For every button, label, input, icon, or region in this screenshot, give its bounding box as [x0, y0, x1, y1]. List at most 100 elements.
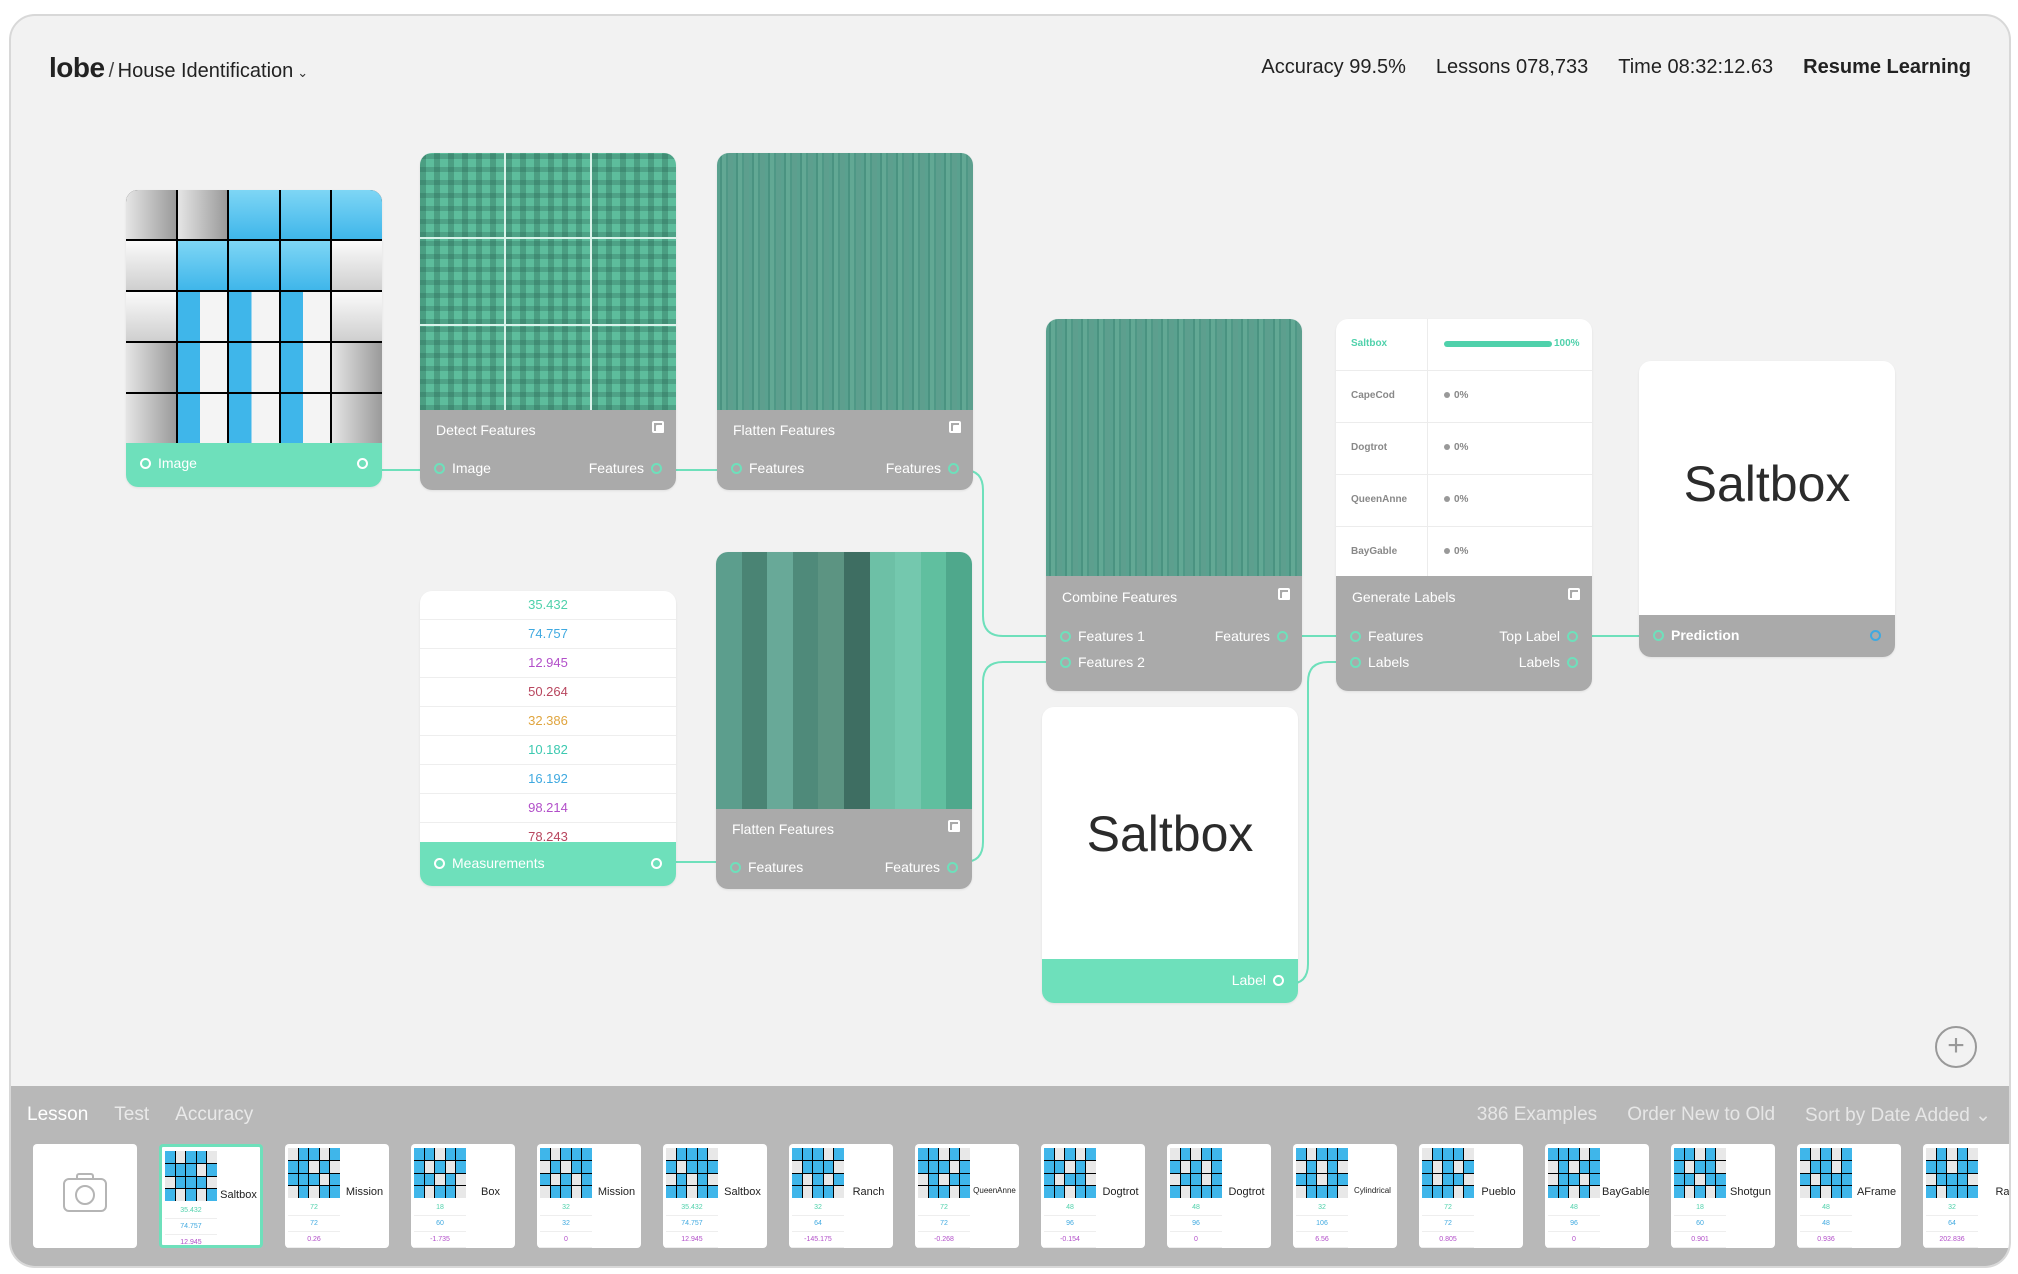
expand-icon[interactable] — [948, 820, 960, 832]
expand-icon[interactable] — [949, 421, 961, 433]
tab-accuracy[interactable]: Accuracy — [175, 1104, 253, 1126]
generate-in2-port[interactable]: Labels — [1350, 654, 1409, 670]
detect-features-footer: Detect Features Image Features — [420, 410, 676, 490]
capture-example-button[interactable] — [33, 1144, 137, 1248]
node-title: Flatten Features — [732, 821, 834, 837]
example-thumbnail[interactable]: 72 72 0.26 Mission — [285, 1144, 389, 1248]
thumbnail-measurement-value: 18 — [1674, 1200, 1726, 1216]
flatten-features-node-2[interactable]: Flatten Features Features Features — [716, 552, 972, 889]
combine-out-port[interactable]: Features — [1215, 628, 1288, 644]
camera-icon — [63, 1173, 107, 1212]
prediction-out-port[interactable] — [1863, 627, 1881, 643]
thumbnail-measurement-value: 64 — [1926, 1216, 1978, 1232]
measurement-value: 98.214 — [420, 794, 676, 823]
thumbnail-measurement-value: -0.268 — [918, 1232, 970, 1248]
generate-out2-port[interactable]: Labels — [1519, 654, 1578, 670]
detect-out-port[interactable]: Features — [589, 460, 662, 476]
probability-dot-icon — [1444, 496, 1450, 502]
thumbnail-measurements: 48 96 -0.154 — [1044, 1200, 1096, 1248]
node-title: Detect Features — [436, 422, 536, 438]
combine-in2-port[interactable]: Features 2 — [1060, 654, 1145, 670]
flatten2-in-port[interactable]: Features — [730, 859, 803, 875]
tab-test[interactable]: Test — [114, 1104, 149, 1126]
measurements-port[interactable]: Measurements — [434, 855, 545, 871]
example-thumbnail[interactable]: 48 96 0 BayGable — [1545, 1144, 1649, 1248]
thumbnail-measurement-value: 0 — [1548, 1232, 1600, 1248]
port-dot-icon — [1277, 631, 1288, 642]
flatten-in-port[interactable]: Features — [731, 460, 804, 476]
tab-lesson[interactable]: Lesson — [27, 1104, 88, 1126]
wire-flatten-combine — [963, 469, 1046, 637]
label-out-port[interactable]: Label — [1232, 972, 1284, 988]
thumbnail-measurement-value: 96 — [1548, 1216, 1600, 1232]
example-thumbnail[interactable]: 18 60 0.901 Shotgun — [1671, 1144, 1775, 1248]
example-thumbnail[interactable]: 72 72 0.805 Pueblo — [1419, 1144, 1523, 1248]
example-thumbnail[interactable]: 32 106 6.56 Cylindrical — [1293, 1144, 1397, 1248]
combine-in1-port[interactable]: Features 1 — [1060, 628, 1145, 644]
label-node[interactable]: Saltbox Label — [1042, 707, 1298, 1003]
port-dot-icon — [434, 858, 445, 869]
thumbnail-image — [1422, 1148, 1474, 1198]
thumbnail-label: Box — [481, 1186, 500, 1198]
generate-labels-footer: Generate Labels Features Labels Top Labe… — [1336, 576, 1592, 691]
detect-in-port[interactable]: Image — [434, 460, 491, 476]
thumbnail-image — [1800, 1148, 1852, 1198]
flatten2-out-port[interactable]: Features — [885, 859, 958, 875]
example-thumbnail[interactable]: 72 72 -0.268 QueenAnne — [915, 1144, 1019, 1248]
detect-features-node[interactable]: Detect Features Image Features — [420, 153, 676, 490]
probability-dot-icon — [1444, 392, 1450, 398]
thumbnail-measurements: 32 106 6.56 — [1296, 1200, 1348, 1248]
combine-features-node[interactable]: Combine Features Features 1 Features 2 F… — [1046, 319, 1302, 691]
thumbnail-measurements: 18 60 -1.735 — [414, 1200, 466, 1248]
measurements-out-port[interactable] — [644, 855, 662, 871]
example-thumbnail[interactable]: 32 32 0 Mission — [537, 1144, 641, 1248]
example-thumbnail[interactable]: 48 96 0 Dogtrot — [1167, 1144, 1271, 1248]
image-grid — [126, 190, 382, 443]
example-thumbnail[interactable]: 18 60 -1.735 Box — [411, 1144, 515, 1248]
image-node[interactable]: Image — [126, 190, 382, 487]
thumbnail-measurements: 72 72 0.805 — [1422, 1200, 1474, 1248]
thumbnail-measurement-value: 35.432 — [165, 1203, 217, 1219]
label-row: BayGable 0% — [1336, 527, 1592, 578]
prediction-node[interactable]: Saltbox Prediction — [1639, 361, 1895, 657]
example-thumbnail[interactable]: 48 48 0.936 AFrame — [1797, 1144, 1901, 1248]
node-title: Combine Features — [1062, 589, 1178, 605]
measurements-node[interactable]: 35.432 74.757 12.945 50.264 32.386 10.182 16.1… — [420, 591, 676, 886]
measurement-value: 32.386 — [420, 707, 676, 736]
measurement-value: 50.264 — [420, 678, 676, 707]
flatten-features-footer-2: Flatten Features Features Features — [716, 809, 972, 889]
example-thumbnail[interactable]: 32 64 -145.175 Ranch — [789, 1144, 893, 1248]
expand-icon[interactable] — [1568, 588, 1580, 600]
flattened-features-visual — [717, 153, 973, 410]
port-dot-icon — [1350, 631, 1361, 642]
example-thumbnail[interactable]: 35.432 74.757 12.945 Saltbox — [663, 1144, 767, 1248]
expand-icon[interactable] — [1278, 588, 1290, 600]
thumbnail-label: Mission — [597, 1186, 636, 1198]
example-thumbnail[interactable]: 32 64 202.836 Ra — [1923, 1144, 2009, 1248]
thumbnail-measurement-value: 0.936 — [1800, 1232, 1852, 1248]
flatten-features-node[interactable]: Flatten Features Features Features — [717, 153, 973, 490]
measurement-value: 10.182 — [420, 736, 676, 765]
generate-in1-port[interactable]: Features — [1350, 628, 1423, 644]
thumbnail-measurement-value: 72 — [918, 1200, 970, 1216]
image-out-port[interactable] — [350, 455, 368, 471]
port-dot-icon — [1060, 657, 1071, 668]
expand-icon[interactable] — [652, 421, 664, 433]
order-button[interactable]: Order New to Old — [1627, 1104, 1775, 1127]
generate-out1-port[interactable]: Top Label — [1499, 628, 1578, 644]
generate-labels-node[interactable]: Saltbox 100% CapeCod 0% Dogtrot 0% Queen… — [1336, 319, 1592, 691]
thumbnail-image — [1296, 1148, 1348, 1198]
thumbnail-measurement-value: 48 — [1800, 1200, 1852, 1216]
thumbnail-label: Saltbox — [220, 1189, 257, 1201]
thumbnail-measurement-value: 48 — [1800, 1216, 1852, 1232]
thumbnail-measurement-value: 72 — [918, 1216, 970, 1232]
thumbnail-label: Dogtrot — [1228, 1186, 1265, 1198]
label-node-body: Saltbox — [1042, 707, 1298, 959]
example-thumbnail[interactable]: 48 96 -0.154 Dogtrot — [1041, 1144, 1145, 1248]
prediction-in-port[interactable]: Prediction — [1653, 627, 1739, 643]
image-port[interactable]: Image — [140, 455, 197, 471]
example-thumbnail[interactable]: 35.432 74.757 12.945 Saltbox — [159, 1144, 263, 1248]
flatten-out-port[interactable]: Features — [886, 460, 959, 476]
sort-dropdown[interactable]: Sort by Date Added ⌄ — [1805, 1104, 1991, 1127]
add-node-plus-icon[interactable]: + — [1935, 1026, 1977, 1068]
